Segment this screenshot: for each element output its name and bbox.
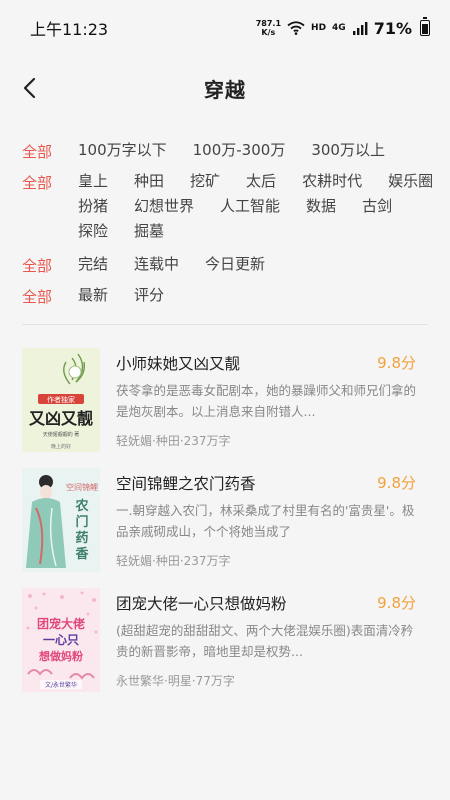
book-score: 9.8分 (377, 354, 416, 372)
status-bar: 上午11:23 787.1 K/s HD 4G 71% (0, 0, 450, 56)
filter-option[interactable]: 种田 (134, 172, 164, 191)
svg-text:门: 门 (75, 514, 88, 530)
status-time: 上午11:23 (30, 20, 109, 39)
cover-subtitle-text: 空间锦鲤 (66, 482, 98, 492)
filter-option[interactable]: 连载中 (134, 255, 179, 274)
filter-option[interactable]: 300万以上 (311, 141, 385, 160)
filter-option[interactable]: 100万字以下 (78, 141, 167, 160)
filter-all-sort[interactable]: 全部 (22, 286, 52, 307)
nav-bar: 穿越 (0, 60, 450, 116)
book-meta: 轻妩媚·种田·237万字 (116, 434, 231, 448)
wifi-icon (287, 21, 305, 35)
divider (22, 324, 428, 325)
filter-option[interactable]: 皇上 (78, 172, 108, 191)
cover-badge-text: 作者独家 (47, 395, 75, 404)
filter-options-tags: 皇上 种田 挖矿 太后 农耕时代 娱乐圈 扮猪 幻想世界 人工智能 数据 古剑 … (78, 172, 434, 241)
filter-option[interactable]: 完结 (78, 255, 108, 274)
filter-option[interactable]: 数据 (306, 197, 336, 216)
book-meta: 永世繁华·明星·77万字 (116, 674, 235, 688)
hd-label: HD (311, 23, 327, 33)
filter-option[interactable]: 评分 (134, 286, 164, 305)
battery-icon (420, 17, 430, 36)
signal-icon (352, 22, 368, 35)
battery-percent: 71% (373, 18, 412, 38)
book-title: 小师妹她又凶又靓 (116, 355, 241, 373)
book-cover: 团宠大佬 一心只 想做妈粉 文/永世繁华 (22, 588, 100, 692)
filter-option[interactable]: 娱乐圈 (388, 172, 433, 191)
cover-author-text: 天使姬靓靓的 著 (43, 431, 80, 438)
network-type-label: 4G (332, 23, 346, 33)
filter-all-status[interactable]: 全部 (22, 255, 52, 276)
cover-title-text: 又凶又靓 (28, 409, 93, 428)
filter-option[interactable]: 最新 (78, 286, 108, 305)
book-item[interactable]: 团宠大佬 一心只 想做妈粉 文/永世繁华 团宠大佬一心只想做妈粉 9.8分 (超… (0, 570, 450, 692)
filter-option[interactable]: 探险 (78, 222, 108, 241)
filter-option[interactable]: 扮猪 (78, 197, 108, 216)
network-speed-unit: K/s (261, 28, 276, 37)
cover-title-line-2: 一心只 (43, 633, 79, 647)
cover-author-text: 文/永世繁华 (45, 681, 77, 689)
svg-text:香: 香 (74, 546, 89, 562)
cover-title-line-1: 团宠大佬 (37, 616, 85, 631)
filter-option[interactable]: 幻想世界 (134, 197, 194, 216)
book-cover-art: 空间锦鲤 农 门 药 香 (22, 468, 100, 572)
book-title: 空间锦鲤之农门药香 (116, 475, 256, 493)
filter-options-sort: 最新 评分 (78, 286, 434, 305)
cover-title-line-3: 想做妈粉 (38, 649, 83, 663)
svg-text:药: 药 (75, 530, 88, 546)
book-cover: 作者独家 又凶又靓 天使姬靓靓的 著 晚上的好 (22, 348, 100, 452)
book-meta: 轻妩媚·种田·237万字 (116, 554, 231, 568)
page-title: 穿越 (204, 77, 246, 102)
book-title: 团宠大佬一心只想做妈粉 (116, 595, 287, 613)
book-cover-art: 团宠大佬 一心只 想做妈粉 文/永世繁华 (22, 588, 100, 692)
filter-option[interactable]: 100万-300万 (193, 141, 286, 160)
network-speed-value: 787.1 (255, 19, 282, 28)
book-description: 茯苓拿的是恶毒女配剧本，她的暴躁师父和师兄们拿的是炮灰剧本。以上消息来自附错人.… (116, 383, 417, 419)
network-speed: 787.1 K/s (256, 19, 281, 37)
category-filters: 全部 100万字以下 100万-300万 300万以上 全部 皇上 种田 挖矿 … (0, 128, 450, 324)
chevron-left-icon (23, 77, 36, 99)
filter-all-tags[interactable]: 全部 (22, 172, 52, 193)
book-cover: 空间锦鲤 农 门 药 香 (22, 468, 100, 572)
filter-option[interactable]: 农耕时代 (302, 172, 362, 191)
filter-option[interactable]: 太后 (246, 172, 276, 191)
filter-option[interactable]: 古剑 (362, 197, 392, 216)
svg-text:农: 农 (74, 498, 88, 514)
filter-options-word-count: 100万字以下 100万-300万 300万以上 (78, 141, 434, 160)
filter-all-word-count[interactable]: 全部 (22, 141, 52, 162)
book-score: 9.8分 (377, 594, 416, 612)
cover-publisher-text: 晚上的好 (51, 443, 71, 450)
status-indicators: 787.1 K/s HD 4G 71% (256, 17, 430, 38)
filter-option[interactable]: 人工智能 (220, 197, 280, 216)
book-item[interactable]: 空间锦鲤 农 门 药 香 空间锦鲤之农门药香 9.8分 一.朝穿越入农门，林采桑… (0, 450, 450, 572)
book-cover-art: 作者独家 又凶又靓 天使姬靓靓的 著 晚上的好 (22, 348, 100, 452)
book-score: 9.8分 (377, 474, 416, 492)
filter-option[interactable]: 挖矿 (190, 172, 220, 191)
book-description: 一.朝穿越入农门，林采桑成了村里有名的'富贵星'。极品亲戚砌成山，个个将她当成了 (116, 503, 415, 539)
book-item[interactable]: 作者独家 又凶又靓 天使姬靓靓的 著 晚上的好 小师妹她又凶又靓 9.8分 茯苓… (0, 330, 450, 452)
filter-options-status: 完结 连载中 今日更新 (78, 255, 434, 274)
book-description: (超甜超宠的甜甜甜文、两个大佬混娱乐圈)表面清冷矜贵的新晋影帝，暗地里却是权势.… (116, 623, 414, 659)
filter-option[interactable]: 今日更新 (205, 255, 265, 274)
filter-option[interactable]: 掘墓 (134, 222, 164, 241)
back-button[interactable] (16, 74, 44, 102)
